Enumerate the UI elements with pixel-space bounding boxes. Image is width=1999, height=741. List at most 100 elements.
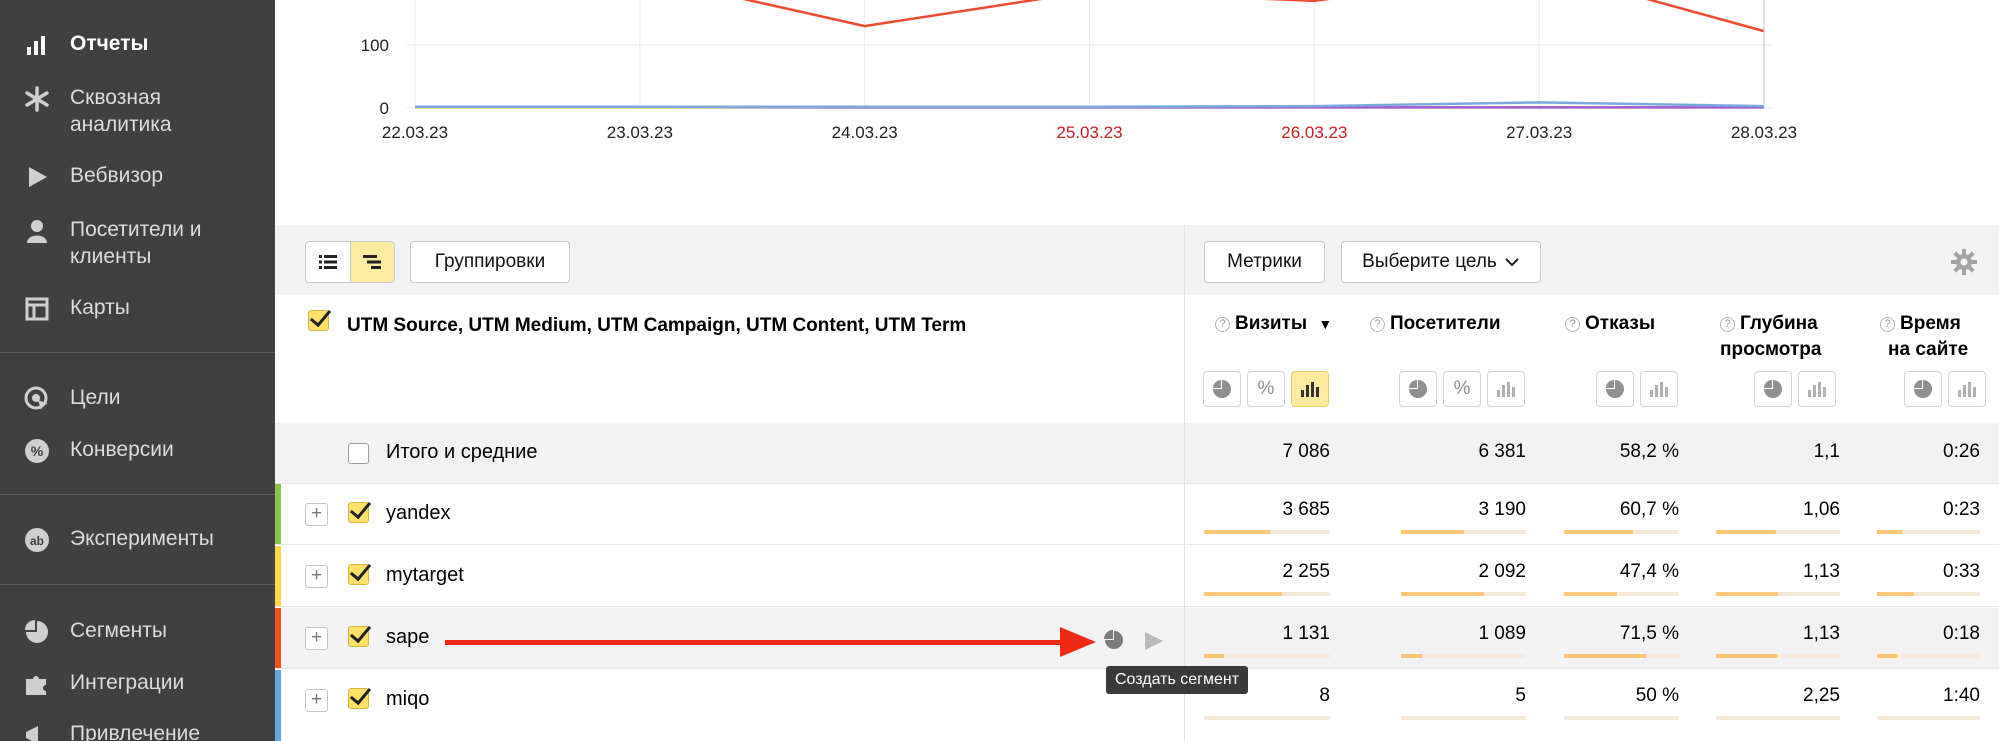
metrics-button[interactable]: Метрики xyxy=(1204,241,1325,283)
cell-bounce-rate: 50 % xyxy=(1635,685,1679,706)
sidebar-item-visitors[interactable]: Посетители и клиенты xyxy=(22,216,220,270)
visits-chart: 0 100 22.03.23 23.03.23 24.03.23 25.03.23 26.0… xyxy=(275,0,1999,225)
play-icon xyxy=(22,162,52,192)
sidebar-item-goals[interactable]: Цели xyxy=(22,384,121,414)
settings-button[interactable] xyxy=(1951,249,1977,280)
x-tick-label: 24.03.23 xyxy=(832,123,898,142)
pie-view-button[interactable] xyxy=(1754,371,1792,407)
row-checkbox[interactable] xyxy=(348,626,369,647)
groupings-button[interactable]: Группировки xyxy=(410,241,570,283)
pie-view-button[interactable] xyxy=(1596,371,1634,407)
bar-chart-icon xyxy=(1808,382,1826,397)
help-icon[interactable]: ? xyxy=(1720,317,1735,332)
sidebar-item-acquisition[interactable]: Привлечение xyxy=(22,720,200,741)
sidebar-item-conversions[interactable]: % Конверсии xyxy=(22,436,174,466)
cell-visitors: 3 190 xyxy=(1478,499,1526,520)
snowflake-icon xyxy=(22,84,52,114)
play-icon[interactable] xyxy=(1143,631,1165,651)
sidebar-item-end-to-end-analytics[interactable]: Сквозная аналитика xyxy=(22,84,220,138)
sidebar-item-label: Карты xyxy=(70,296,130,319)
dimension-title: UTM Source, UTM Medium, UTM Campaign, UT… xyxy=(347,315,967,336)
cell-time-on-site: 0:33 xyxy=(1943,561,1980,582)
cell-visits: 2 255 xyxy=(1282,561,1330,582)
sidebar-item-label: Привлечение xyxy=(70,722,201,741)
sidebar-item-segments[interactable]: Сегменты xyxy=(22,617,167,647)
x-tick-label: 23.03.23 xyxy=(607,123,673,142)
column-page-depth[interactable]: ? Глубина просмотра xyxy=(1720,311,1821,363)
target-icon xyxy=(22,384,52,414)
cell-time-on-site: 0:18 xyxy=(1943,623,1980,644)
row-checkbox[interactable] xyxy=(348,502,369,523)
bar-chart-icon xyxy=(22,30,52,60)
row-name[interactable]: mytarget xyxy=(386,564,464,587)
tree-view-button[interactable] xyxy=(349,242,394,282)
table-row[interactable]: + mytarget 2 255 2 092 47,4 % 1,13 0:33 xyxy=(275,546,1999,607)
table-row[interactable]: + yandex 3 685 3 190 60,7 % 1,06 0:23 xyxy=(275,484,1999,545)
sidebar-item-label: Сегменты xyxy=(70,619,167,642)
help-icon[interactable]: ? xyxy=(1565,317,1580,332)
percent-view-button[interactable]: % xyxy=(1247,371,1285,407)
goal-select[interactable]: Выберите цель xyxy=(1341,241,1541,283)
expand-button[interactable]: + xyxy=(305,565,328,588)
row-name[interactable]: yandex xyxy=(386,502,451,525)
bar-view-button[interactable] xyxy=(1948,371,1986,407)
view-mode-toggle xyxy=(305,241,395,283)
expand-button[interactable]: + xyxy=(305,503,328,526)
cell-visitors: 1 089 xyxy=(1478,623,1526,644)
share-bar-fill xyxy=(1564,592,1617,596)
cell-page-depth: 2,25 xyxy=(1803,685,1840,706)
list-view-button[interactable] xyxy=(306,242,350,282)
sidebar-item-label: Интеграции xyxy=(70,671,185,694)
total-visits: 7 086 xyxy=(1282,441,1330,462)
row-checkbox[interactable] xyxy=(348,688,369,709)
sidebar-item-reports[interactable]: Отчеты xyxy=(22,30,148,60)
help-icon[interactable]: ? xyxy=(1215,317,1230,332)
table-row[interactable]: + sape 1 131 1 089 71,5 % 1,13 0:18 xyxy=(275,608,1999,669)
bar-view-button[interactable] xyxy=(1291,371,1329,407)
share-bar-fill xyxy=(1877,592,1914,596)
bar-view-button[interactable] xyxy=(1798,371,1836,407)
row-name[interactable]: sape xyxy=(386,626,429,649)
share-bar-fill xyxy=(1716,654,1778,658)
sidebar-item-label: Сквозная аналитика xyxy=(70,86,172,136)
pie-view-button[interactable] xyxy=(1203,371,1241,407)
help-icon[interactable]: ? xyxy=(1880,317,1895,332)
pie-view-button[interactable] xyxy=(1399,371,1437,407)
help-icon[interactable]: ? xyxy=(1370,317,1385,332)
table-column-divider xyxy=(1184,225,1185,741)
row-checkbox[interactable] xyxy=(348,564,369,585)
sidebar-item-experiments[interactable]: ab Эксперименты xyxy=(22,525,214,555)
sidebar-item-webvisor[interactable]: Вебвизор xyxy=(22,162,163,192)
totals-checkbox[interactable] xyxy=(348,443,369,464)
cell-bounce-rate: 47,4 % xyxy=(1619,561,1679,582)
bar-view-button[interactable] xyxy=(1487,371,1525,407)
column-bounce-rate[interactable]: ? Отказы xyxy=(1565,311,1655,337)
percent-icon: % xyxy=(1257,378,1275,399)
x-tick-label: 28.03.23 xyxy=(1731,123,1797,142)
create-segment-icon[interactable] xyxy=(1103,629,1125,651)
share-bar-fill xyxy=(1401,592,1484,596)
svg-text:%: % xyxy=(31,443,44,459)
pie-icon xyxy=(1213,380,1231,398)
sidebar-item-label: Конверсии xyxy=(70,438,174,461)
sidebar-item-maps[interactable]: Карты xyxy=(22,294,130,324)
share-bar xyxy=(1564,530,1679,534)
column-visitors[interactable]: ? Посетители xyxy=(1370,311,1501,337)
bar-view-button[interactable] xyxy=(1640,371,1678,407)
share-bar-fill xyxy=(1877,530,1902,534)
expand-button[interactable]: + xyxy=(305,689,328,712)
share-bar-fill xyxy=(1564,530,1633,534)
sidebar-item-integrations[interactable]: Интеграции xyxy=(22,669,184,699)
row-name[interactable]: miqo xyxy=(386,688,429,711)
pie-view-button[interactable] xyxy=(1904,371,1942,407)
column-time-on-site[interactable]: ? Время на сайте xyxy=(1880,311,1968,363)
dimension-checkbox[interactable] xyxy=(308,310,329,331)
share-bar-fill xyxy=(1204,530,1270,534)
cell-visits: 3 685 xyxy=(1282,499,1330,520)
share-bar-fill xyxy=(1564,654,1646,658)
expand-button[interactable]: + xyxy=(305,627,328,650)
share-bar xyxy=(1716,530,1840,534)
percent-view-button[interactable]: % xyxy=(1443,371,1481,407)
line-chart: 0 100 22.03.23 23.03.23 24.03.23 25.03.23 26.0… xyxy=(361,0,1797,142)
column-visits[interactable]: ? Визиты ▼ xyxy=(1215,311,1332,337)
